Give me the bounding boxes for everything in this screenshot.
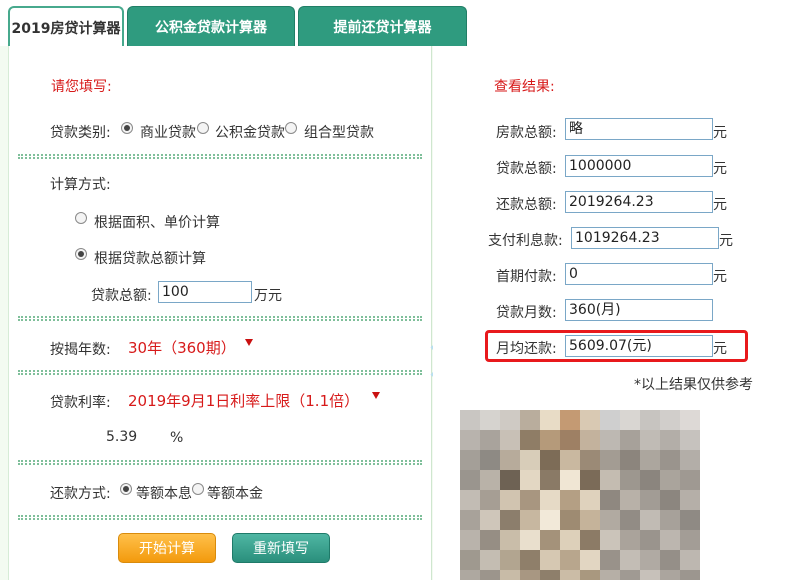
repay-method-option: 等额本金 xyxy=(207,486,263,502)
house-total-field[interactable]: 略 xyxy=(565,118,713,140)
radio-equal-principal[interactable] xyxy=(192,483,204,495)
result-label: 还款总额: xyxy=(496,197,557,213)
calc-method-option: 根据面积、单价计算 xyxy=(94,215,220,231)
tab-bar: 2019房贷计算器 公积金贷款计算器 提前还贷计算器 xyxy=(0,0,807,48)
loan-type-option: 商业贷款 xyxy=(140,125,196,141)
tab-label: 2019房贷计算器 xyxy=(11,21,121,37)
dropdown-arrow-icon[interactable] xyxy=(372,392,380,399)
divider xyxy=(18,460,422,465)
monthly-payment-highlight-box xyxy=(485,330,748,362)
loan-total-field[interactable]: 1000000 xyxy=(565,155,713,177)
blurred-ad-image[interactable] xyxy=(460,410,700,580)
radio-equal-installment[interactable] xyxy=(120,483,132,495)
loan-rate-label: 贷款利率: xyxy=(50,395,111,411)
radio-housing-fund-loan[interactable] xyxy=(197,122,209,134)
start-calculation-button[interactable]: 开始计算 xyxy=(118,533,216,563)
tab-label: 提前还贷计算器 xyxy=(333,19,432,36)
down-payment-field[interactable]: 0 xyxy=(565,263,713,285)
reset-form-button[interactable]: 重新填写 xyxy=(232,533,330,563)
loan-total-input[interactable]: 100 xyxy=(158,281,252,303)
loan-type-option: 组合型贷款 xyxy=(304,125,374,141)
loan-years-select[interactable]: 30年（360期） xyxy=(128,337,236,358)
results-note: *以上结果仅供参考 xyxy=(634,377,753,393)
radio-calc-by-total[interactable] xyxy=(75,248,87,260)
loan-rate-input[interactable]: 5.39 xyxy=(106,429,137,445)
tab-label: 公积金贷款计算器 xyxy=(155,19,267,36)
loan-months-field[interactable]: 360(月) xyxy=(565,299,713,321)
repay-total-field[interactable]: 2019264.23 xyxy=(565,191,713,213)
divider xyxy=(18,154,422,159)
result-unit: 元 xyxy=(713,269,727,285)
repay-method-option: 等额本息 xyxy=(136,486,192,502)
interest-total-field[interactable]: 1019264.23 xyxy=(571,227,719,249)
loan-total-label: 贷款总额: xyxy=(91,288,152,304)
loan-type-option: 公积金贷款 xyxy=(215,125,285,141)
results-heading: 查看结果: xyxy=(494,79,555,95)
result-label: 支付利息款: xyxy=(488,233,563,249)
radio-calc-by-area[interactable] xyxy=(75,212,87,224)
result-unit: 元 xyxy=(719,233,733,249)
result-unit: 元 xyxy=(713,161,727,177)
calc-method-label: 计算方式: xyxy=(50,177,111,193)
result-unit: 元 xyxy=(713,125,727,141)
result-label: 贷款月数: xyxy=(496,305,557,321)
form-heading: 请您填写: xyxy=(51,79,112,95)
loan-rate-select[interactable]: 2019年9月1日利率上限（1.1倍） xyxy=(128,390,359,411)
loan-rate-unit: % xyxy=(170,430,184,446)
result-unit: 元 xyxy=(713,197,727,213)
tab-housing-fund-calculator[interactable]: 公积金贷款计算器 xyxy=(127,6,295,46)
divider xyxy=(18,515,422,520)
divider xyxy=(18,370,422,375)
result-label: 房款总额: xyxy=(496,125,557,141)
tab-prepayment-calculator[interactable]: 提前还贷计算器 xyxy=(298,6,467,46)
tab-mortgage-calculator[interactable]: 2019房贷计算器 xyxy=(8,6,124,48)
dropdown-arrow-icon[interactable] xyxy=(245,339,253,346)
result-label: 贷款总额: xyxy=(496,161,557,177)
radio-commercial-loan[interactable] xyxy=(121,122,133,134)
calc-method-option: 根据贷款总额计算 xyxy=(94,251,206,267)
loan-type-label: 贷款类别: xyxy=(50,125,111,141)
loan-total-unit: 万元 xyxy=(254,288,282,304)
loan-years-label: 按揭年数: xyxy=(50,342,111,358)
divider xyxy=(18,316,422,321)
result-label: 首期付款: xyxy=(496,269,557,285)
repay-method-label: 还款方式: xyxy=(50,486,111,502)
radio-combined-loan[interactable] xyxy=(285,122,297,134)
